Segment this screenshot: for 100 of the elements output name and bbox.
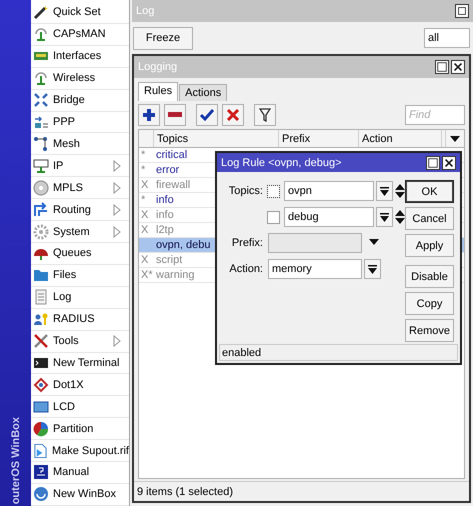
menu-item[interactable]: Tools (31, 330, 129, 352)
topics-cell-text: ovpn, debu (155, 239, 210, 251)
dropdown-arrow-icon (380, 186, 389, 196)
column-header[interactable]: Action (359, 130, 442, 147)
menu-item[interactable]: System (31, 221, 129, 243)
topics-cell-text: warning (155, 269, 195, 281)
flag-cell-text: * (140, 149, 146, 161)
dialog-status: enabled (219, 344, 458, 361)
close-icon[interactable] (442, 156, 456, 170)
menu-item[interactable]: Files (31, 264, 129, 287)
topic-checkbox[interactable] (267, 184, 280, 198)
tab[interactable]: Rules (138, 82, 178, 101)
dialog-button[interactable]: Copy (405, 292, 454, 316)
maximize-icon[interactable] (426, 156, 440, 170)
filter-icon (259, 108, 271, 122)
menu-item[interactable]: MPLS (31, 177, 129, 200)
field-label: Topics: (228, 184, 264, 200)
flag-cell-text: X (140, 209, 148, 221)
mesh-icon (33, 136, 49, 152)
tab[interactable]: Actions (179, 84, 228, 101)
flag-cell-text: X (140, 179, 148, 191)
dropdown-arrow-icon (368, 264, 377, 274)
menu-item[interactable]: New Terminal (31, 352, 129, 374)
menu-item[interactable]: Queues (31, 242, 129, 265)
flag-cell-text: * (140, 164, 146, 176)
topics-cell-text: l2tp (155, 224, 174, 236)
field-label: Action: (228, 262, 264, 278)
maximize-icon[interactable] (435, 60, 449, 74)
action-field[interactable]: memory (268, 259, 362, 280)
dialog-button[interactable]: Disable (405, 265, 454, 288)
window-title: Logging (138, 61, 178, 73)
folder-icon (33, 267, 49, 284)
topic-field[interactable]: debug (284, 207, 374, 228)
flag-cell-text: X* (140, 269, 153, 281)
tools-icon (33, 333, 49, 350)
dot1x-icon (33, 376, 49, 393)
dialog-button[interactable]: Remove (405, 319, 454, 342)
up-down-arrows-icon[interactable] (395, 184, 405, 198)
prefix-field[interactable] (268, 233, 362, 254)
topics-cell-text: critical (155, 149, 188, 161)
menu-item[interactable]: New WinBox (31, 484, 129, 506)
menu-item[interactable]: Mesh (31, 133, 129, 156)
menu-item[interactable]: CAPsMAN (31, 24, 129, 46)
menu-item[interactable]: Log (31, 286, 129, 309)
column-header[interactable]: Topics (154, 130, 279, 147)
menu-item[interactable]: LCD (31, 396, 129, 418)
menu-item[interactable]: Interfaces (31, 46, 129, 68)
flag-cell-text: * (140, 194, 146, 206)
pie-chart-icon (33, 420, 49, 437)
freeze-button[interactable]: Freeze (133, 26, 193, 50)
topics-cell-text: error (155, 164, 180, 176)
dialog-button[interactable]: Cancel (405, 207, 454, 230)
menu-item[interactable]: Make Supout.rif (31, 440, 129, 462)
users-key-icon (33, 311, 49, 328)
menu-item[interactable]: Bridge (31, 90, 129, 112)
cross-icon (227, 109, 239, 121)
disable-button[interactable] (222, 104, 244, 126)
ppp-icon (33, 114, 49, 130)
column-header[interactable]: Prefix (279, 130, 359, 147)
topic-checkbox[interactable] (267, 210, 280, 224)
menu-item[interactable]: Partition (31, 418, 129, 440)
dropdown-arrow-icon (380, 212, 389, 222)
find-field[interactable]: Find (405, 105, 465, 125)
enable-button[interactable] (196, 104, 218, 126)
topic-field[interactable]: ovpn (284, 181, 374, 202)
dropdown-button[interactable] (376, 207, 393, 228)
menu-item[interactable]: Routing (31, 199, 129, 222)
menu-item[interactable]: IP (31, 155, 129, 178)
up-down-arrows-icon[interactable] (395, 210, 405, 224)
brand-text: outerOS WinBox (10, 416, 22, 504)
menu-item[interactable]: Wireless (31, 68, 129, 90)
wand-icon (33, 4, 49, 20)
topics-cell-text: script (155, 254, 182, 266)
check-icon (200, 109, 214, 121)
routing-icon (33, 202, 49, 218)
column-menu-icon (450, 134, 460, 142)
topics-cell-text: info (155, 209, 174, 221)
minus-icon (168, 112, 182, 118)
dropdown-button[interactable] (376, 181, 393, 202)
topics-cell-text: info (155, 194, 174, 206)
flag-cell-text: X (140, 254, 148, 266)
close-icon[interactable] (451, 60, 465, 74)
menu-item[interactable]: Dot1X (31, 374, 129, 396)
dropdown-button[interactable] (364, 259, 381, 280)
status-bar: 9 items (1 selected) (134, 481, 469, 501)
bridge-icon (33, 92, 49, 108)
remove-button[interactable] (164, 104, 186, 126)
field-label: Prefix: (230, 236, 264, 252)
topics-cell-text: firewall (155, 179, 190, 191)
display-icon (33, 398, 49, 415)
add-button[interactable] (138, 104, 160, 126)
menu-item[interactable]: Manual (31, 462, 129, 484)
dialog-button[interactable]: OK (405, 180, 454, 204)
menu-item[interactable]: PPP (31, 112, 129, 134)
restore-icon[interactable] (455, 4, 469, 18)
filter-field[interactable]: all (424, 28, 470, 48)
dialog-button[interactable]: Apply (405, 234, 454, 258)
filter-button[interactable] (254, 104, 276, 126)
menu-item[interactable]: RADIUS (31, 308, 129, 331)
menu-item[interactable]: Quick Set (31, 2, 129, 24)
